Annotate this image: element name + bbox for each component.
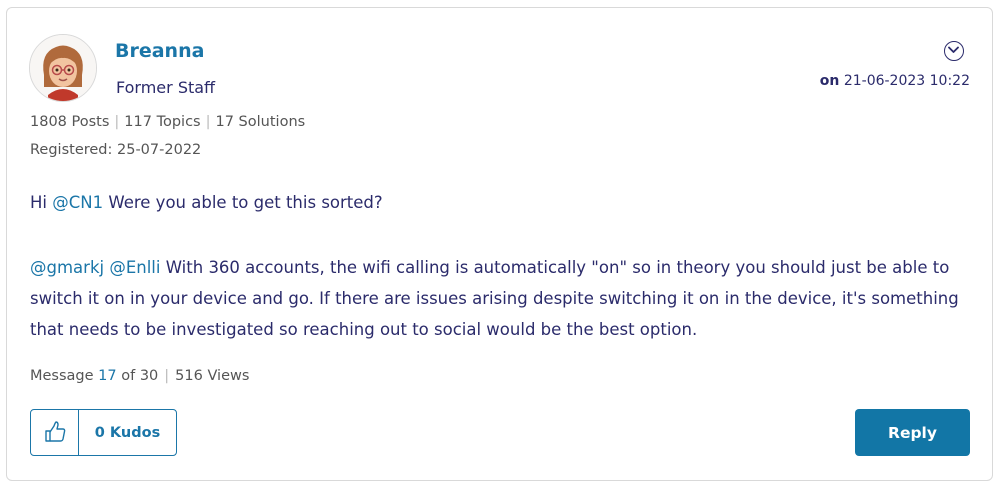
author-solutions: 17 Solutions	[215, 114, 306, 130]
post-paragraph-2: @gmarkj @Enlli With 360 accounts, the wi…	[30, 252, 970, 345]
stats-divider: |	[205, 114, 211, 130]
post-paragraph-1: Hi @CN1 Were you able to get this sorted…	[30, 187, 970, 218]
kudos-count[interactable]: 0 Kudos	[79, 410, 176, 455]
author-rank: Former Staff	[116, 78, 216, 97]
kudos-widget: 0 Kudos	[30, 409, 177, 456]
post-date: on 21-06-2023 10:22	[820, 73, 970, 89]
message-meta: Message 17 of 30 | 516 Views	[30, 368, 249, 384]
p2-text: With 360 accounts, the wifi calling is a…	[30, 258, 959, 339]
author-avatar[interactable]	[29, 34, 97, 102]
kudos-button[interactable]	[31, 410, 79, 455]
date-value: 21-06-2023 10:22	[843, 73, 970, 89]
date-prefix: on	[819, 73, 840, 89]
stats-divider: |	[114, 114, 120, 130]
post-options-button[interactable]	[944, 41, 964, 61]
p1-text: Were you able to get this sorted?	[103, 193, 383, 212]
author-name[interactable]: Breanna	[115, 40, 204, 62]
thumbs-up-icon	[45, 421, 66, 442]
mention-gmarkj[interactable]: @gmarkj	[30, 258, 104, 277]
message-label: Message	[30, 368, 94, 384]
author-topics: 117 Topics	[124, 114, 201, 130]
chevron-down-icon	[948, 46, 959, 53]
mention-enlli[interactable]: @Enlli	[109, 258, 160, 277]
author-stats: 1808 Posts | 117 Topics | 17 Solutions	[30, 114, 305, 130]
mention-cn1[interactable]: @CN1	[52, 193, 103, 212]
memoji-avatar-icon	[30, 35, 96, 101]
message-number[interactable]: 17	[98, 368, 116, 384]
author-posts: 1808 Posts	[30, 114, 110, 130]
message-total: of 30	[121, 368, 159, 384]
view-count: 516 Views	[175, 368, 250, 384]
reply-button[interactable]: Reply	[855, 409, 970, 456]
p1-greeting: Hi	[30, 193, 53, 212]
meta-divider: |	[164, 368, 170, 384]
author-registered: Registered: 25-07-2022	[30, 142, 202, 158]
